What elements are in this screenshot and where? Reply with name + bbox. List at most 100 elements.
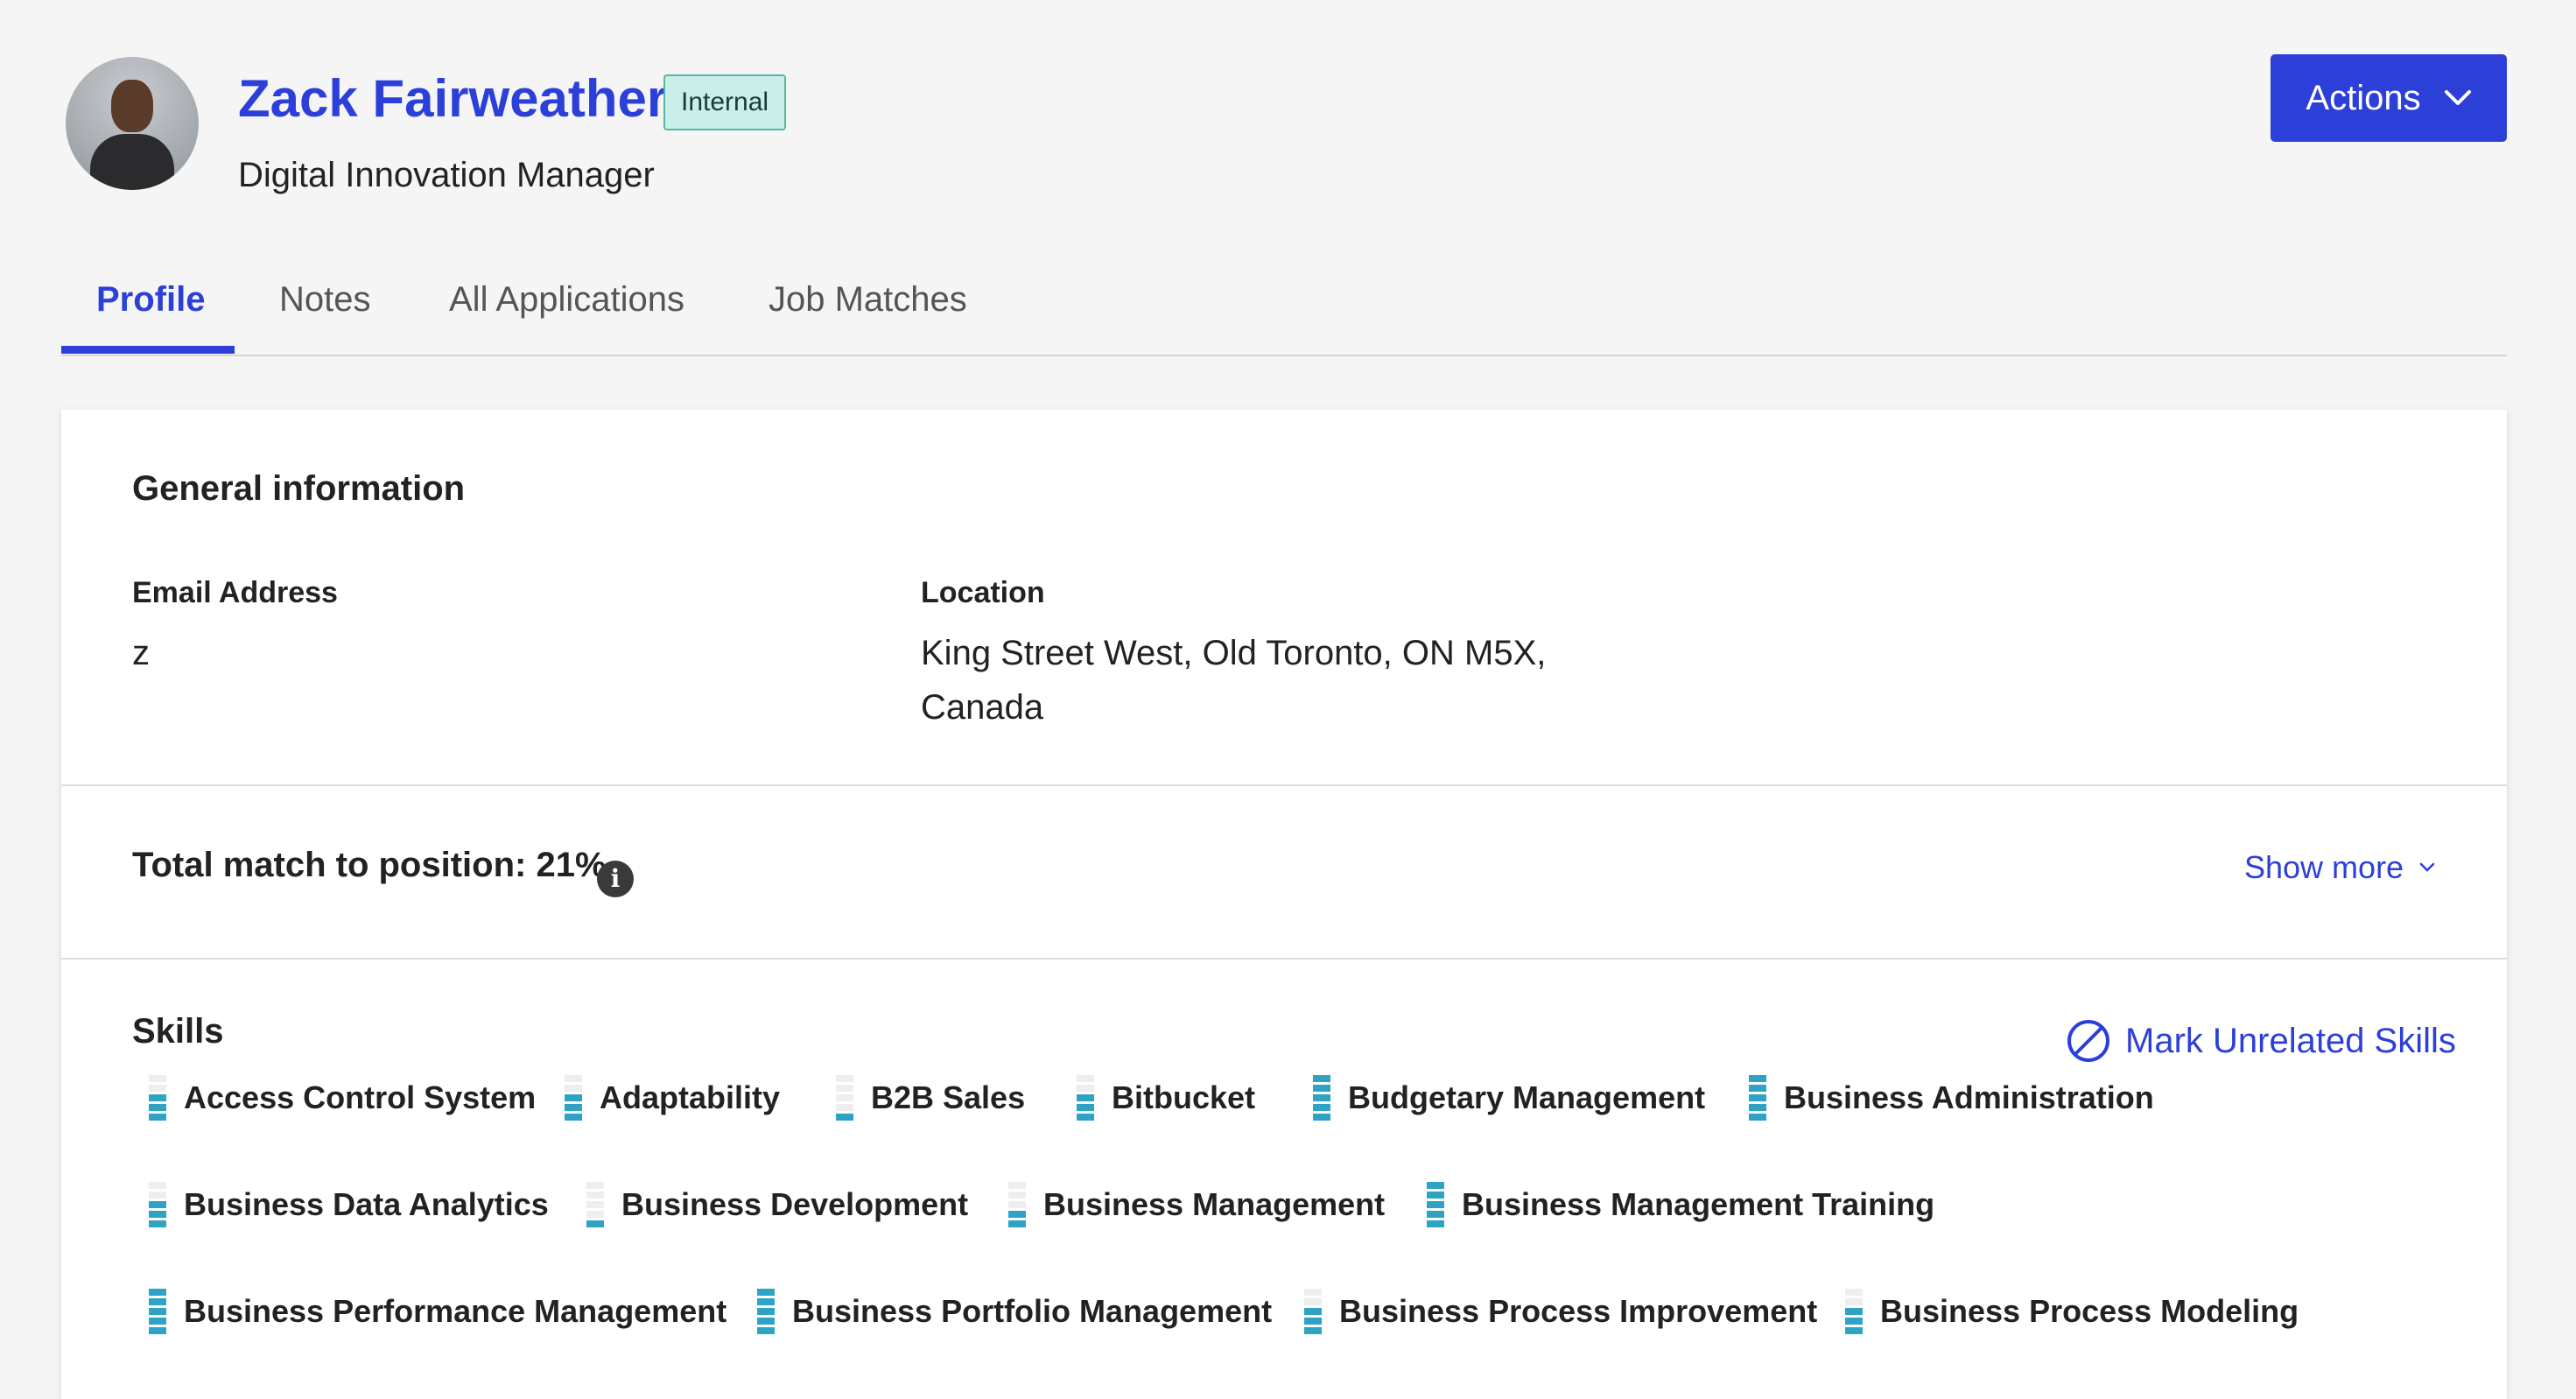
skill-level-segment — [1008, 1220, 1026, 1227]
skill-level-meter — [757, 1289, 775, 1334]
skill-level-segment — [1304, 1327, 1322, 1334]
skill-level-meter — [149, 1075, 166, 1121]
skill-level-segment — [149, 1211, 166, 1218]
skill-level-segment — [1313, 1085, 1330, 1092]
skill-name: Adaptability — [600, 1079, 781, 1115]
tab-job-matches[interactable]: Job Matches — [769, 280, 967, 320]
skill-level-segment — [586, 1182, 604, 1189]
skill-level-segment — [1427, 1220, 1444, 1227]
location-line-2: Canada — [921, 688, 1044, 727]
divider — [61, 958, 2507, 960]
skill-item[interactable]: Business Management — [1008, 1182, 1385, 1227]
skill-level-segment — [836, 1114, 853, 1121]
skill-name: Business Management — [1043, 1186, 1386, 1222]
skill-level-segment — [1749, 1104, 1766, 1111]
skill-name: Bitbucket — [1112, 1079, 1256, 1115]
show-more-label: Show more — [2244, 849, 2404, 885]
skill-level-meter — [149, 1289, 166, 1334]
skill-item[interactable]: Access Control System — [149, 1075, 536, 1121]
skill-level-segment — [836, 1075, 853, 1082]
skill-level-segment — [149, 1318, 166, 1325]
email-value: z — [132, 634, 150, 672]
skill-level-segment — [757, 1327, 775, 1334]
skill-level-segment — [586, 1201, 604, 1208]
email-label: Email Address — [132, 576, 338, 609]
skill-name: Business Development — [621, 1186, 969, 1222]
skill-item[interactable]: B2B Sales — [836, 1075, 1025, 1121]
chevron-down-icon — [2419, 862, 2435, 872]
skill-level-meter — [836, 1075, 853, 1121]
skill-level-segment — [1304, 1318, 1322, 1325]
skill-level-segment — [1313, 1094, 1330, 1101]
skill-level-segment — [1749, 1085, 1766, 1092]
actions-button[interactable]: Actions — [2271, 54, 2507, 142]
skill-level-meter — [1304, 1289, 1322, 1334]
skill-level-meter — [586, 1182, 604, 1227]
skill-level-meter — [1749, 1075, 1766, 1121]
total-match-label: Total match to position: 21% — [132, 846, 607, 884]
mark-unrelated-skills-button[interactable]: Mark Unrelated Skills — [2066, 1018, 2456, 1064]
location-label: Location — [921, 576, 1045, 609]
skill-level-segment — [757, 1308, 775, 1315]
skill-level-segment — [1845, 1289, 1863, 1296]
location-value: King Street West, Old Toronto, ON M5X, C… — [921, 626, 1546, 735]
skill-item[interactable]: Budgetary Management — [1313, 1075, 1705, 1121]
skill-level-segment — [149, 1308, 166, 1315]
skill-level-segment — [586, 1192, 604, 1199]
skill-level-segment — [149, 1289, 166, 1296]
skill-name: Business Portfolio Management — [792, 1293, 1273, 1329]
skill-item[interactable]: Business Data Analytics — [149, 1182, 549, 1227]
skill-level-segment — [1077, 1104, 1094, 1111]
skill-level-segment — [565, 1114, 582, 1121]
show-more-button[interactable]: Show more — [2244, 849, 2435, 886]
skill-item[interactable]: Adaptability — [565, 1075, 780, 1121]
tab-bar: Profile Notes All Applications Job Match… — [61, 263, 2507, 356]
skill-item[interactable]: Business Performance Management — [149, 1289, 726, 1334]
skill-item[interactable]: Business Administration — [1749, 1075, 2154, 1121]
skill-item[interactable]: Business Portfolio Management — [757, 1289, 1272, 1334]
skill-item[interactable]: Bitbucket — [1077, 1075, 1255, 1121]
skill-level-segment — [149, 1085, 166, 1092]
skill-name: Business Management Training — [1462, 1186, 1935, 1222]
skill-level-segment — [836, 1104, 853, 1111]
skill-level-segment — [1077, 1094, 1094, 1101]
skill-level-segment — [1749, 1094, 1766, 1101]
skill-item[interactable]: Business Management Training — [1427, 1182, 1934, 1227]
skill-item[interactable]: Business Process Modeling — [1845, 1289, 2299, 1334]
skill-level-segment — [1313, 1114, 1330, 1121]
skill-level-segment — [1427, 1192, 1444, 1199]
skills-list: Access Control System Adaptability B2B S… — [149, 1075, 2425, 1395]
chevron-down-icon — [2444, 90, 2471, 105]
skill-level-meter — [1845, 1289, 1863, 1334]
skill-level-segment — [1077, 1085, 1094, 1092]
skill-level-segment — [1304, 1298, 1322, 1305]
skill-level-segment — [757, 1318, 775, 1325]
skill-level-segment — [1077, 1075, 1094, 1082]
skill-level-segment — [1845, 1318, 1863, 1325]
skill-level-meter — [149, 1182, 166, 1227]
skill-name: Budgetary Management — [1348, 1079, 1706, 1115]
skill-item[interactable]: Business Process Improvement — [1304, 1289, 1817, 1334]
info-icon[interactable]: i — [597, 861, 634, 897]
skills-row-1: Access Control System Adaptability B2B S… — [149, 1075, 2425, 1182]
skill-level-meter — [565, 1075, 582, 1121]
skill-level-meter — [1313, 1075, 1330, 1121]
skill-level-meter — [1427, 1182, 1444, 1227]
skill-level-segment — [565, 1075, 582, 1082]
skill-level-segment — [1304, 1289, 1322, 1296]
skill-item[interactable]: Business Development — [586, 1182, 968, 1227]
tab-profile[interactable]: Profile — [96, 280, 205, 320]
skill-level-segment — [149, 1327, 166, 1334]
skill-level-segment — [586, 1211, 604, 1218]
candidate-profile-page: Zack Fairweather Internal Digital Innova… — [0, 0, 2576, 1399]
general-information-heading: General information — [132, 469, 466, 508]
tab-notes[interactable]: Notes — [279, 280, 371, 320]
skill-level-segment — [1845, 1327, 1863, 1334]
prohibit-icon — [2067, 1020, 2109, 1062]
skill-name: Business Process Improvement — [1339, 1293, 1818, 1329]
skill-level-segment — [149, 1114, 166, 1121]
skill-level-segment — [757, 1289, 775, 1296]
tab-all-applications[interactable]: All Applications — [449, 280, 684, 320]
skill-level-segment — [1008, 1201, 1026, 1208]
mark-unrelated-skills-label: Mark Unrelated Skills — [2125, 1021, 2456, 1060]
